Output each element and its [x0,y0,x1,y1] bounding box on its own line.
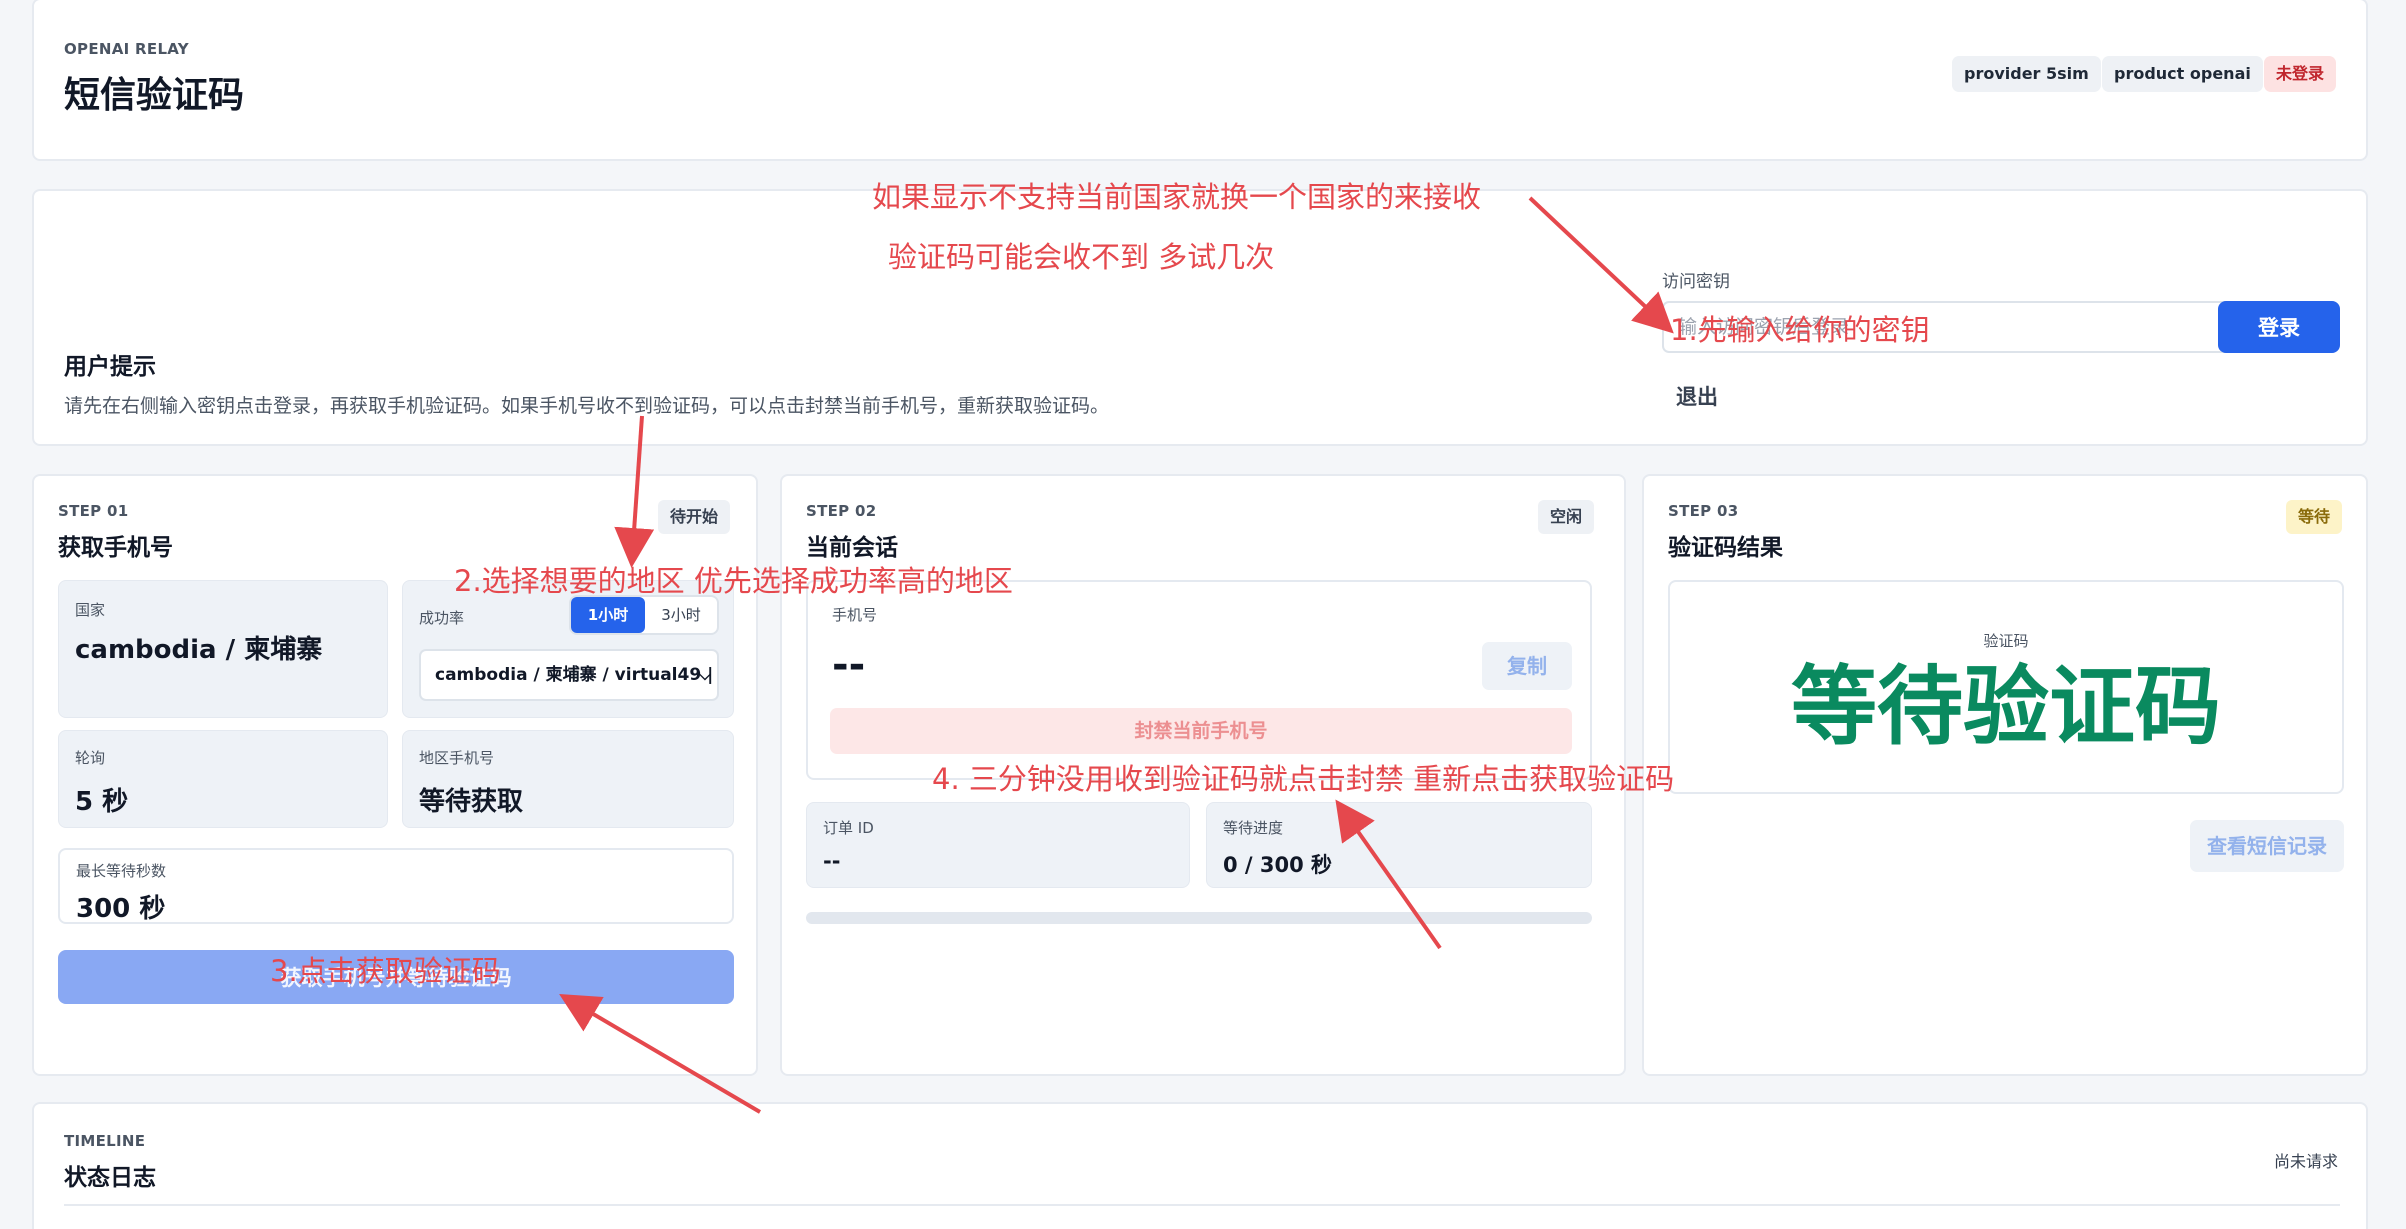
annotation-retry: 验证码可能会收不到 多试几次 [888,240,1275,274]
product-pill: product openai [2102,56,2263,92]
step2-title: 当前会话 [806,535,898,561]
timeline-title: 状态日志 [64,1165,156,1191]
copy-button[interactable]: 复制 [1482,642,1572,690]
progress-value: 0 / 300 秒 [1223,853,1333,877]
timeline-card: TIMELINE 状态日志 尚未请求 [32,1102,2368,1229]
order-value: -- [823,849,841,873]
sms-history-button[interactable]: 查看短信记录 [2190,820,2344,872]
rate-label: 成功率 [419,609,465,627]
progress-bar [806,912,1592,924]
annotation-select-region: 2.选择想要的地区 优先选择成功率高的地区 [454,564,1013,598]
region-phone-value: 等待获取 [419,787,524,817]
step3-card: STEP 03 验证码结果 等待 验证码 等待验证码 查看短信记录 [1642,474,2368,1076]
provider-pill: provider 5sim [1952,56,2101,92]
annotation-ban-and-retry: 4. 三分钟没用收到验证码就点击封禁 重新点击获取验证码 [932,762,1675,796]
country-box: 国家 cambodia / 柬埔寨 [58,580,388,718]
region-phone-label: 地区手机号 [419,749,495,767]
step1-eyebrow: STEP 01 [58,502,129,520]
step2-status-badge: 空闲 [1538,500,1595,534]
country-value: cambodia / 柬埔寨 [75,635,323,665]
order-label: 订单 ID [823,819,874,837]
max-wait-field[interactable]: 最长等待秒数 300 秒 [58,848,734,924]
timeline-status: 尚未请求 [2274,1152,2339,1171]
code-panel: 验证码 等待验证码 [1668,580,2344,794]
timeline-eyebrow: TIMELINE [64,1132,146,1150]
ban-phone-button[interactable]: 封禁当前手机号 [830,708,1572,754]
max-wait-label: 最长等待秒数 [76,862,167,880]
code-value: 等待验证码 [1791,657,2221,757]
login-button[interactable]: 登录 [2218,301,2340,353]
route-select-value: cambodia / 柬埔寨 / virtual49 | [435,665,714,685]
annotation-click-get-code: 3.点击获取验证码 [270,954,501,988]
chevron-down-icon: ⌵ [698,665,711,684]
page-title: 短信验证码 [64,75,245,116]
phone-label: 手机号 [832,606,878,624]
step2-eyebrow: STEP 02 [806,502,877,520]
timeline-divider [64,1204,2340,1206]
code-label: 验证码 [1983,632,2029,650]
header-eyebrow: OPENAI RELAY [64,40,189,58]
login-status-badge: 未登录 [2264,56,2337,92]
phone-value: -- [832,642,866,688]
step3-eyebrow: STEP 03 [1668,502,1739,520]
step3-status-badge: 等待 [2286,500,2343,534]
key-label: 访问密钥 [1662,272,1730,292]
rate-tab-3h[interactable]: 3小时 [645,597,717,633]
session-panel: 手机号 -- 复制 封禁当前手机号 [806,580,1592,780]
poll-box: 轮询 5 秒 [58,730,388,828]
rate-tab-1h[interactable]: 1小时 [571,597,645,633]
country-label: 国家 [75,601,106,619]
progress-box: 等待进度 0 / 300 秒 [1206,802,1592,888]
route-select[interactable]: cambodia / 柬埔寨 / virtual49 | ⌵ [419,649,719,701]
max-wait-value: 300 秒 [76,894,166,924]
tips-title: 用户提示 [64,354,156,380]
tips-text: 请先在右侧输入密钥点击登录，再获取手机验证码。如果手机号收不到验证码，可以点击封… [64,395,1110,417]
rate-box: 成功率 1小时 3小时 cambodia / 柬埔寨 / virtual49 |… [402,580,734,718]
region-phone-box: 地区手机号 等待获取 [402,730,734,828]
annotation-enter-key: 1.先输入给你的密钥 [1670,313,1930,347]
tips-card: 用户提示 请先在右侧输入密钥点击登录，再获取手机验证码。如果手机号收不到验证码，… [32,189,2368,446]
step3-title: 验证码结果 [1668,535,1783,561]
poll-label: 轮询 [75,749,106,767]
poll-value: 5 秒 [75,787,129,817]
logout-button[interactable]: 退出 [1676,381,1718,411]
progress-label: 等待进度 [1223,819,1284,837]
order-box: 订单 ID -- [806,802,1190,888]
header-card: OPENAI RELAY 短信验证码 provider 5sim product… [32,0,2368,161]
step1-status-badge: 待开始 [658,500,731,534]
step1-title: 获取手机号 [58,535,173,561]
annotation-change-country: 如果显示不支持当前国家就换一个国家的来接收 [872,180,1482,214]
